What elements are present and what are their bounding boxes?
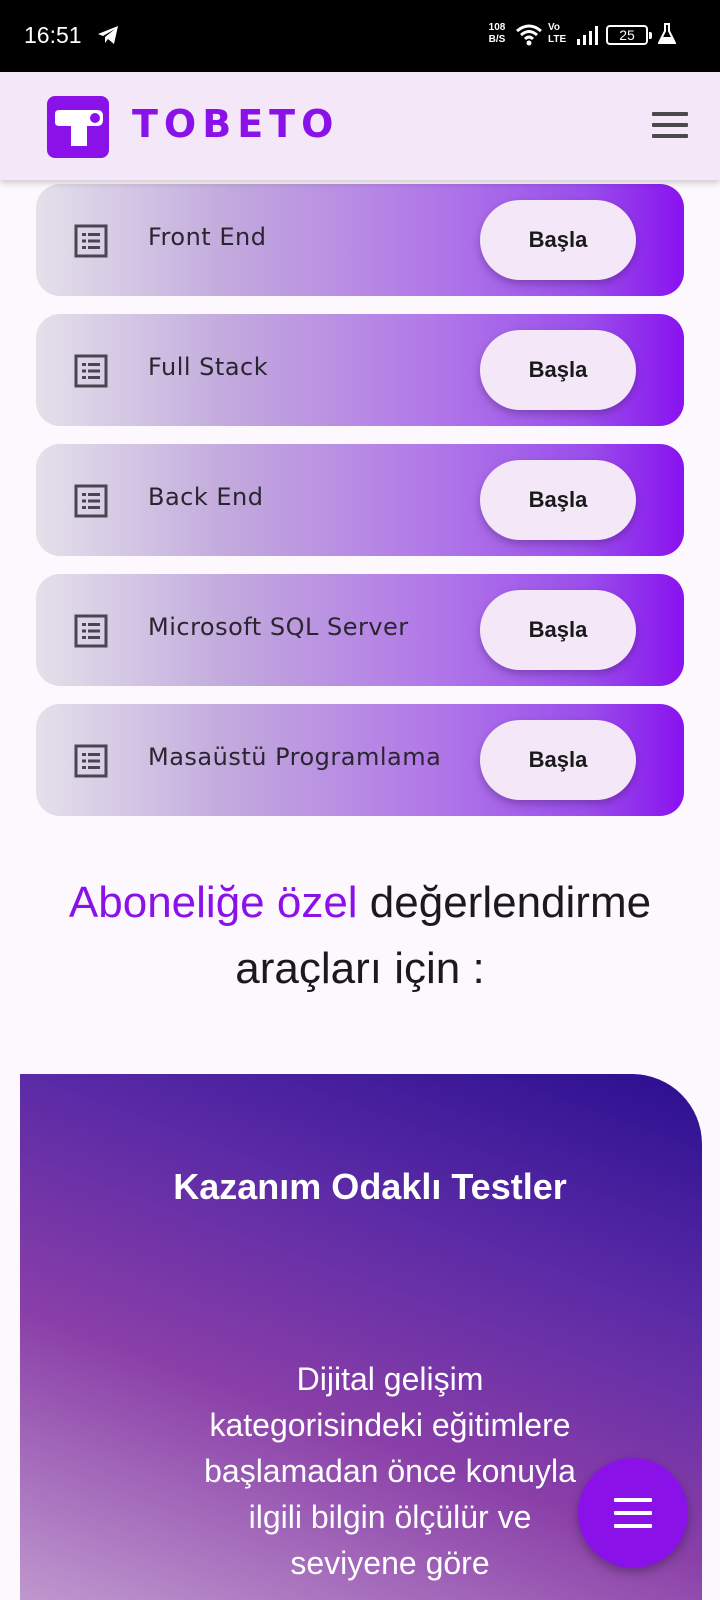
signal-icon: [577, 26, 598, 45]
test-card-title: Kazanım Odaklı Testler: [173, 1166, 567, 1207]
logo-text: TOBETO: [132, 102, 340, 146]
test-card-description: Dijital gelişim kategorisindeki eğitimle…: [204, 1361, 576, 1581]
start-button[interactable]: Başla: [480, 200, 636, 280]
logo-icon: [47, 96, 109, 158]
course-label: Masaüstü Programlama: [148, 743, 442, 771]
volte-indicator: Vo LTE: [548, 22, 567, 45]
status-time: 16:51: [24, 22, 82, 48]
list-alt-icon: [74, 484, 108, 518]
app-bar: TOBETO: [0, 72, 720, 180]
start-button[interactable]: Başla: [480, 460, 636, 540]
course-card: Full Stack Başla: [36, 314, 684, 426]
fab-menu-button[interactable]: [578, 1458, 688, 1568]
heading-rest: değerlendirme: [357, 878, 652, 927]
course-label: Back End: [148, 483, 264, 511]
heading-accent: Aboneliğe özel: [68, 878, 358, 927]
subscription-heading: Aboneliğe özel değerlendirme araçları iç…: [20, 870, 700, 1002]
telegram-icon: [98, 26, 118, 44]
list-alt-icon: [74, 744, 108, 778]
course-label: Microsoft SQL Server: [148, 613, 409, 641]
list-alt-icon: [74, 224, 108, 258]
network-speed: 108 B/S: [488, 22, 506, 45]
course-card: Microsoft SQL Server Başla: [36, 574, 684, 686]
course-card: Back End Başla: [36, 444, 684, 556]
course-label: Full Stack: [148, 353, 269, 381]
course-card: Front End Başla: [36, 184, 684, 296]
flask-icon: [658, 23, 676, 44]
course-label: Front End: [148, 223, 267, 251]
start-button[interactable]: Başla: [480, 720, 636, 800]
start-button[interactable]: Başla: [480, 330, 636, 410]
course-card: Masaüstü Programlama Başla: [36, 704, 684, 816]
list-alt-icon: [74, 354, 108, 388]
menu-icon[interactable]: [652, 112, 688, 140]
heading-line2: araçları için :: [235, 944, 485, 993]
wifi-icon: [516, 24, 542, 46]
battery-indicator: 25: [606, 25, 652, 45]
status-bar: 16:51 108 B/S Vo LTE 25: [0, 0, 720, 72]
start-button[interactable]: Başla: [480, 590, 636, 670]
list-alt-icon: [74, 614, 108, 648]
